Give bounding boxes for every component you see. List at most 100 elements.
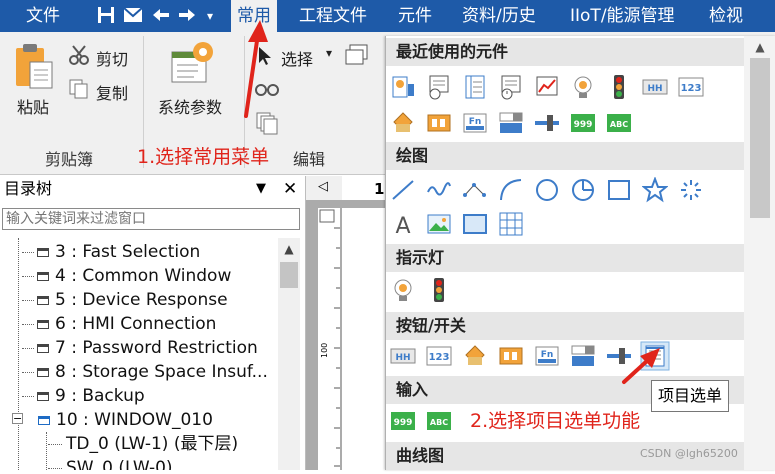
- history-display-icon[interactable]: [498, 74, 524, 100]
- tab-scroll-left-icon[interactable]: ◁: [318, 179, 328, 194]
- canvas[interactable]: [342, 208, 386, 470]
- gallery-scrollbar[interactable]: ▲: [744, 36, 775, 470]
- star-icon[interactable]: [642, 177, 668, 203]
- tab-project-file[interactable]: 工程文件: [299, 0, 367, 32]
- tree-item[interactable]: 5 : Device Response: [22, 288, 228, 312]
- grid-icon[interactable]: [498, 211, 524, 237]
- bit-lamp-status-icon[interactable]: [390, 74, 416, 100]
- tree-scrollbar[interactable]: ▲: [278, 238, 300, 470]
- section-indicators: 指示灯: [386, 244, 744, 272]
- tab-data-history[interactable]: 资料/历史: [462, 0, 536, 32]
- filter-input[interactable]: [2, 208, 300, 230]
- pie-icon[interactable]: [570, 177, 596, 203]
- editor-tab[interactable]: 1: [342, 176, 386, 200]
- traffic-light-icon[interactable]: [426, 277, 452, 303]
- combo-button-icon[interactable]: [498, 110, 524, 136]
- collapse-toggle-icon[interactable]: −: [12, 413, 23, 424]
- tree-subitem[interactable]: TD_0 (LW-1) (最下层): [48, 432, 238, 456]
- paste-icon[interactable]: [14, 42, 56, 96]
- tree-item[interactable]: 8 : Storage Space Insuf...: [22, 360, 272, 384]
- combo-button-icon[interactable]: [570, 343, 596, 369]
- save-icon[interactable]: [96, 6, 116, 26]
- copy-button[interactable]: 复制: [96, 80, 128, 104]
- copy-icon[interactable]: [68, 78, 90, 104]
- slider-icon[interactable]: [534, 110, 560, 136]
- polyline-icon[interactable]: [462, 177, 488, 203]
- select-button[interactable]: 选择: [281, 46, 313, 70]
- tab-iiot-energy[interactable]: IIoT/能源管理: [570, 0, 675, 32]
- cut-button[interactable]: 剪切: [96, 46, 128, 70]
- function-key-icon[interactable]: Fn: [462, 110, 488, 136]
- menu-file[interactable]: 文件: [26, 0, 60, 32]
- clipboard-group-label: 剪贴簿: [45, 150, 94, 169]
- multi-state-icon[interactable]: [426, 110, 452, 136]
- tab-view[interactable]: 检视: [709, 0, 743, 32]
- tree-item[interactable]: 7 : Password Restriction: [22, 336, 258, 360]
- text-icon[interactable]: A: [390, 211, 416, 237]
- tree-item[interactable]: 6 : HMI Connection: [22, 312, 216, 336]
- section-buttons-switches: 按钮/开关: [386, 312, 744, 340]
- scrollbar-thumb[interactable]: [280, 262, 298, 288]
- scrollbar-thumb[interactable]: [750, 58, 770, 218]
- circle-icon[interactable]: [534, 177, 560, 203]
- tree-item[interactable]: 4 : Common Window: [22, 264, 231, 288]
- scissors-icon[interactable]: [68, 44, 90, 70]
- freehand-icon[interactable]: [426, 177, 452, 203]
- tree-subitem[interactable]: SW_0 (LW-0): [48, 456, 173, 470]
- numeric-input-icon[interactable]: 123: [426, 343, 452, 369]
- set-bit-icon[interactable]: [462, 343, 488, 369]
- function-key-icon[interactable]: Fn: [534, 343, 560, 369]
- panel-menu-dropdown-icon[interactable]: ▼: [256, 176, 266, 202]
- svg-text:Fn: Fn: [541, 350, 554, 360]
- frame-icon[interactable]: [462, 211, 488, 237]
- numeric-display-icon[interactable]: HH: [642, 74, 668, 100]
- select-dropdown-icon[interactable]: ▾: [326, 46, 332, 60]
- editor-tab-bar: ◁ 1: [306, 176, 386, 200]
- numeric-999-icon[interactable]: 999: [570, 110, 596, 136]
- tree-item-window-010[interactable]: 10 : WINDOW_010: [38, 408, 213, 432]
- window-icon: [37, 319, 49, 329]
- watermark: CSDN @lgh65200: [640, 447, 738, 460]
- multi-state-icon[interactable]: [498, 343, 524, 369]
- ascii-input-icon[interactable]: ABC: [426, 408, 452, 434]
- rectangle-icon[interactable]: [606, 177, 632, 203]
- traffic-light-icon[interactable]: [606, 74, 632, 100]
- set-bit-icon[interactable]: [390, 110, 416, 136]
- scale-icon[interactable]: [678, 177, 704, 203]
- event-display-icon[interactable]: [426, 74, 452, 100]
- ascii-display-icon[interactable]: ABC: [606, 110, 632, 136]
- mail-icon[interactable]: [122, 6, 144, 26]
- light-bulb-icon[interactable]: [390, 277, 416, 303]
- customize-quick-access-icon[interactable]: ▾: [203, 6, 217, 26]
- window-icon: [37, 343, 49, 353]
- system-parameters-icon[interactable]: [170, 40, 216, 92]
- close-icon[interactable]: ✕: [283, 176, 297, 202]
- system-parameters-button[interactable]: 系统参数: [158, 94, 222, 118]
- line-icon[interactable]: [390, 177, 416, 203]
- annotation-arrow-1: [244, 20, 268, 118]
- picture-icon[interactable]: [426, 211, 452, 237]
- objects-gallery-dropdown: ▲ 最近使用的元件 HH 123 Fn 999 ABC 绘图 A 指示灯 按钮/…: [385, 36, 775, 470]
- annotation-arrow-2: [622, 348, 660, 384]
- numeric-999-icon[interactable]: 999: [390, 408, 416, 434]
- numeric-input-icon[interactable]: 123: [678, 74, 704, 100]
- scroll-up-icon[interactable]: ▲: [744, 40, 775, 54]
- scroll-up-icon[interactable]: ▲: [278, 242, 300, 256]
- window-icon: [38, 415, 50, 425]
- undo-icon[interactable]: [150, 6, 172, 26]
- trend-chart-icon[interactable]: [534, 74, 560, 100]
- menu-bar: 文件 ▾ 常用 工程文件 元件 资料/历史 IIoT/能源管理 检视: [0, 0, 775, 32]
- svg-text:Fn: Fn: [469, 117, 482, 127]
- arc-icon[interactable]: [498, 177, 524, 203]
- window-icon: [37, 391, 49, 401]
- light-bulb-icon[interactable]: [570, 74, 596, 100]
- paste-button[interactable]: 粘贴: [17, 94, 49, 118]
- numeric-display-icon[interactable]: HH: [390, 343, 416, 369]
- redo-icon[interactable]: [176, 6, 198, 26]
- svg-text:HH: HH: [395, 353, 410, 363]
- tree-item[interactable]: 3 : Fast Selection: [22, 240, 200, 264]
- table-list-icon[interactable]: [462, 74, 488, 100]
- tab-objects[interactable]: 元件: [398, 0, 432, 32]
- tree-item[interactable]: 9 : Backup: [22, 384, 145, 408]
- window-icon[interactable]: [345, 44, 369, 70]
